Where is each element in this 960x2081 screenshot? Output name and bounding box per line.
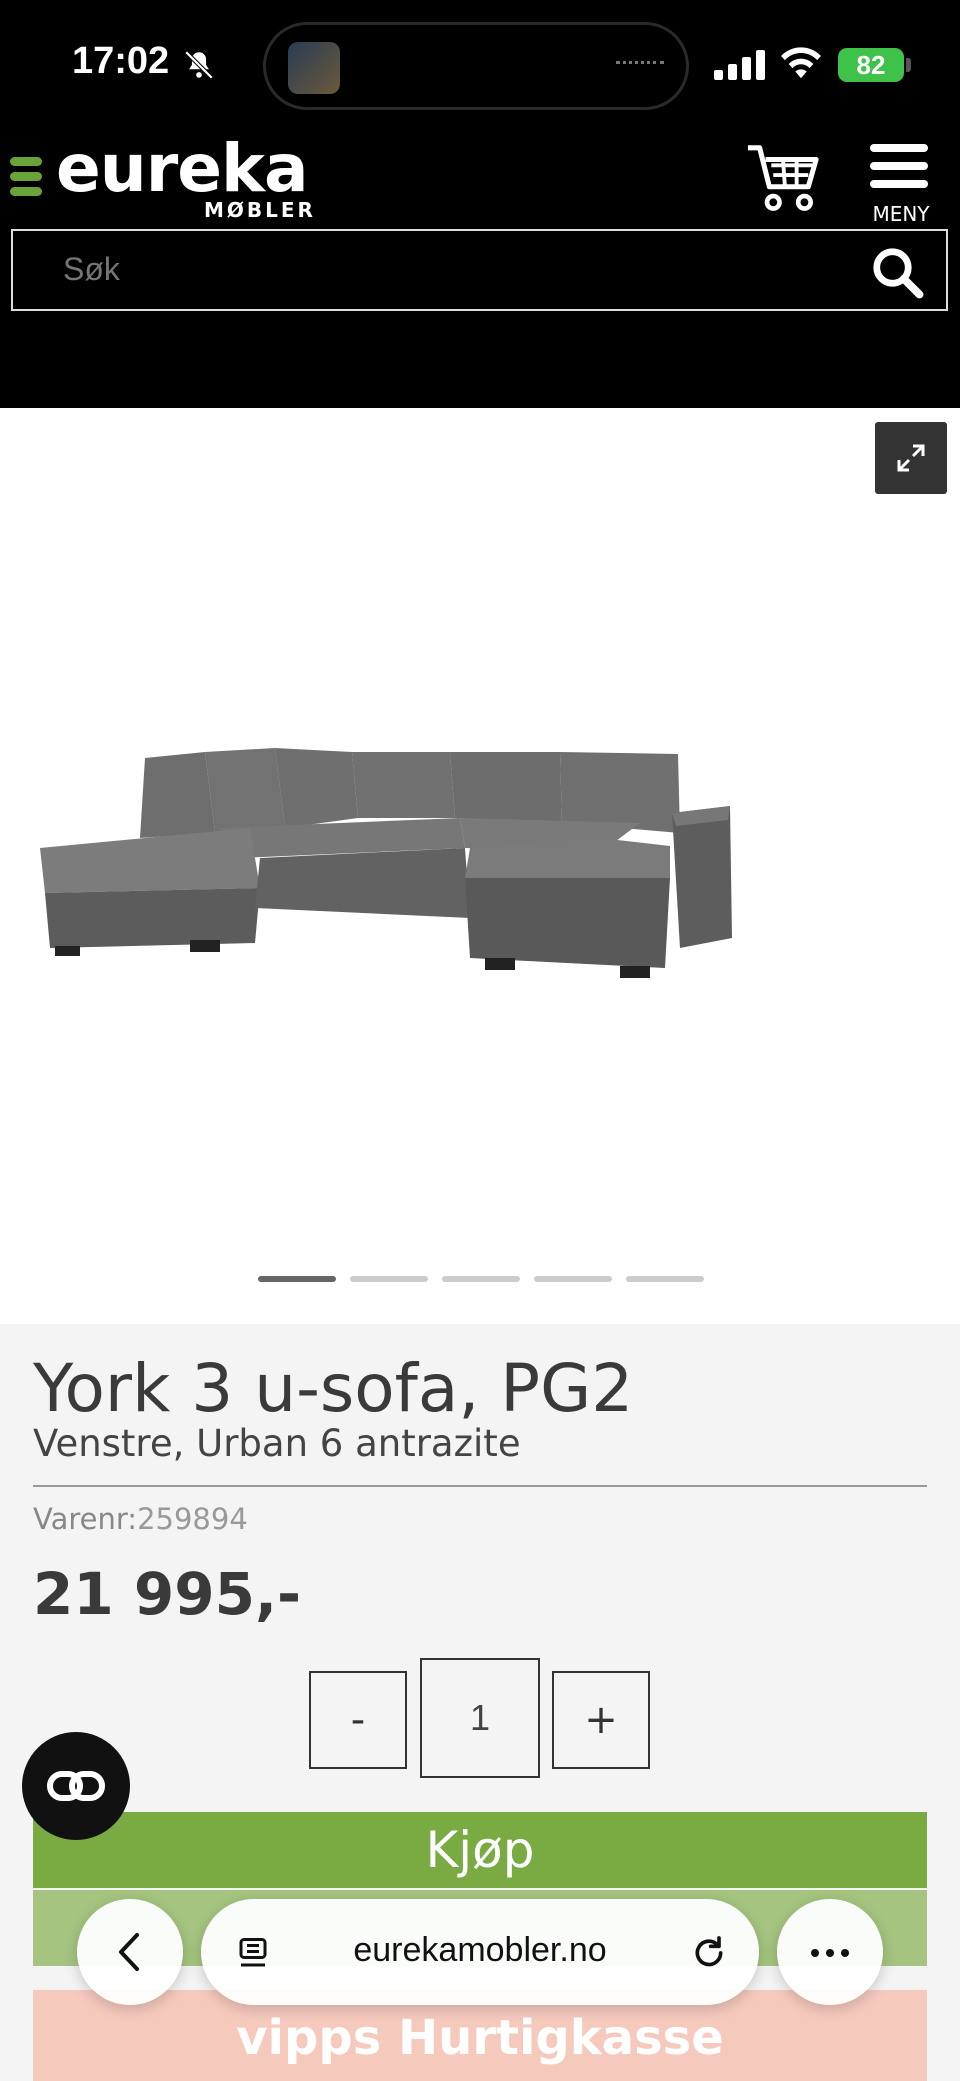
vipps-label: Hurtigkasse (397, 2010, 724, 2066)
signal-icon (714, 50, 766, 80)
site-header: eureka MØBLER MENY (0, 130, 960, 408)
now-playing-artwork (288, 42, 340, 94)
gallery-dot[interactable] (258, 1276, 336, 1282)
reload-icon[interactable] (689, 1933, 729, 1973)
sku: Varenr:259894 (33, 1502, 248, 1536)
logo-subtitle: MØBLER (204, 198, 316, 222)
search-bar[interactable] (11, 229, 948, 311)
fullscreen-button[interactable] (875, 422, 947, 494)
battery-level: 82 (856, 50, 886, 80)
status-time: 17:02 (72, 40, 170, 82)
product-image-sofa (40, 748, 732, 978)
menu-button[interactable]: MENY (868, 140, 932, 226)
quantity-decrease-button[interactable]: - (309, 1671, 407, 1769)
audio-waveform-icon (616, 61, 664, 71)
bell-slash-icon (184, 50, 214, 80)
status-bar: 17:02 82 (0, 0, 960, 130)
search-input[interactable] (63, 251, 823, 288)
cart-icon[interactable] (744, 140, 822, 214)
more-options-button[interactable] (777, 1899, 883, 2005)
quantity-increase-button[interactable]: + (552, 1671, 650, 1769)
chat-icon (47, 1771, 105, 1801)
logo[interactable]: eureka (56, 130, 308, 207)
battery-tip (906, 58, 911, 72)
hamburger-icon (870, 144, 928, 152)
product-image-gallery[interactable] (0, 408, 960, 1324)
buy-button[interactable]: Kjøp (33, 1812, 927, 1888)
product-variant: Venstre, Urban 6 antrazite (33, 1422, 521, 1465)
battery-icon: 82 (838, 48, 904, 82)
wifi-icon (781, 47, 821, 79)
gallery-dot[interactable] (534, 1276, 612, 1282)
url-text[interactable]: eurekamobler.no (201, 1931, 759, 1970)
sku-label: Varenr: (33, 1502, 138, 1536)
search-icon[interactable] (870, 245, 924, 299)
gallery-dot[interactable] (626, 1276, 704, 1282)
gallery-dot[interactable] (442, 1276, 520, 1282)
gallery-pagination[interactable] (258, 1276, 704, 1282)
browser-back-button[interactable] (77, 1899, 183, 2005)
address-bar[interactable]: eurekamobler.no (201, 1899, 759, 2005)
quantity-input[interactable] (420, 1658, 540, 1778)
sku-value: 259894 (137, 1502, 248, 1536)
gallery-dot[interactable] (350, 1276, 428, 1282)
chat-button[interactable] (22, 1732, 130, 1840)
ellipsis-icon (811, 1949, 819, 1957)
expand-icon (897, 444, 925, 472)
logo-mark-icon[interactable] (10, 157, 42, 202)
chevron-left-icon (119, 1933, 139, 1971)
product-title: York 3 u-sofa, PG2 (33, 1350, 634, 1427)
menu-label: MENY (872, 202, 930, 226)
product-price: 21 995,- (33, 1560, 302, 1628)
vipps-logo: vipps (236, 2010, 382, 2066)
dynamic-island[interactable] (263, 22, 689, 110)
divider (33, 1485, 927, 1487)
